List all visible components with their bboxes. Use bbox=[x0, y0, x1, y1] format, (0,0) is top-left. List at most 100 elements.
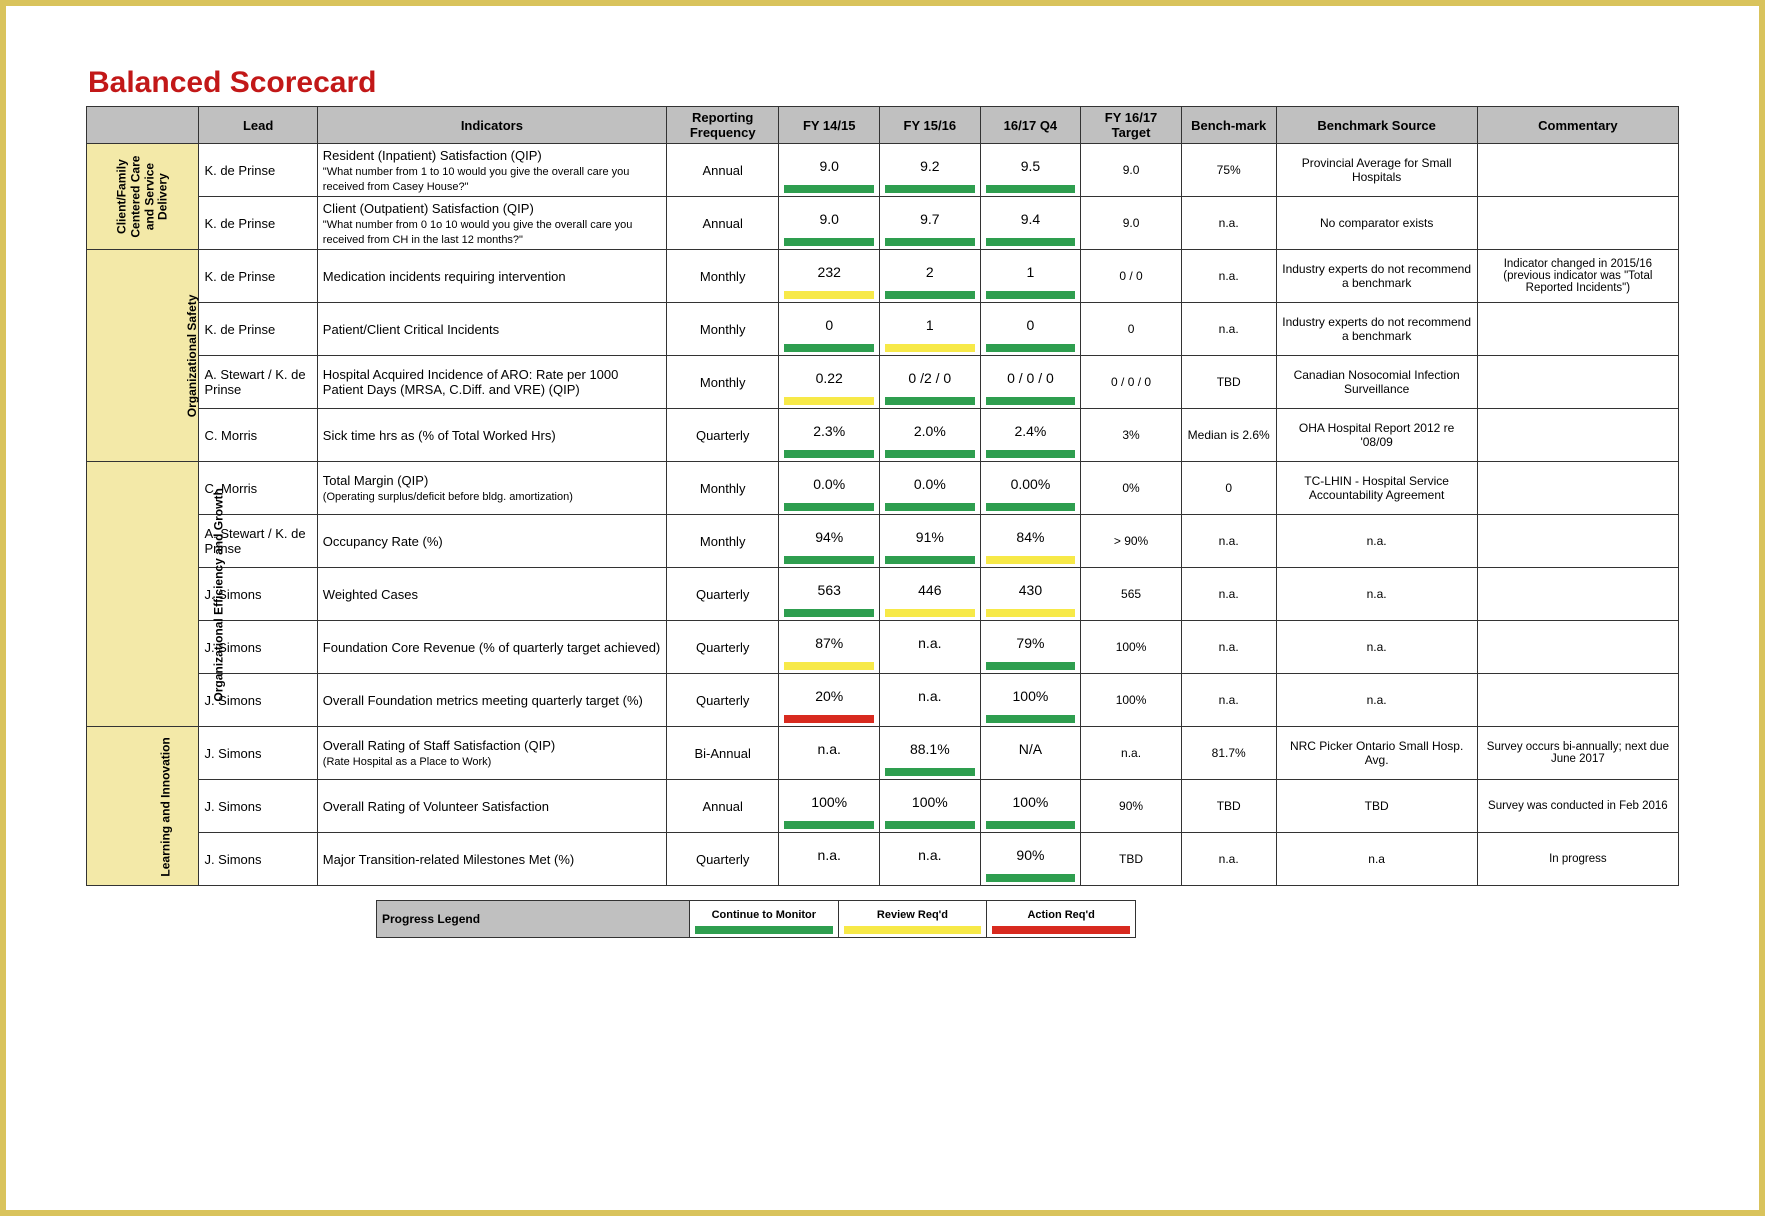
lead-cell: K. de Prinse bbox=[199, 144, 317, 197]
indicator-cell: Sick time hrs as (% of Total Worked Hrs) bbox=[317, 409, 666, 462]
benchmark-cell: 75% bbox=[1181, 144, 1276, 197]
lead-cell: C. Morris bbox=[199, 409, 317, 462]
status-bar bbox=[986, 715, 1076, 723]
category-cell: Organizational Safety bbox=[87, 250, 199, 462]
commentary-cell: Indicator changed in 2015/16 (previous i… bbox=[1477, 250, 1678, 303]
value-cell: 9.4 bbox=[980, 197, 1081, 250]
table-row: Organizational Efficiency and GrowthC. M… bbox=[87, 462, 1679, 515]
indicator-cell: Foundation Core Revenue (% of quarterly … bbox=[317, 621, 666, 674]
value-cell: 9.2 bbox=[880, 144, 981, 197]
value-cell: 0 /2 / 0 bbox=[880, 356, 981, 409]
indicator-cell: Overall Rating of Staff Satisfaction (QI… bbox=[317, 727, 666, 780]
benchmark-cell: n.a. bbox=[1181, 833, 1276, 886]
value-cell: 2.3% bbox=[779, 409, 880, 462]
header-q4: 16/17 Q4 bbox=[980, 107, 1081, 144]
table-row: J. SimonsOverall Foundation metrics meet… bbox=[87, 674, 1679, 727]
value-text: 0.0% bbox=[784, 465, 874, 503]
status-bar bbox=[885, 291, 975, 299]
category-cell: Organizational Efficiency and Growth bbox=[87, 462, 199, 727]
benchmark-cell: n.a. bbox=[1181, 250, 1276, 303]
source-cell: Provincial Average for Small Hospitals bbox=[1276, 144, 1477, 197]
indicator-subtitle: (Rate Hospital as a Place to Work) bbox=[323, 756, 492, 768]
table-row: J. SimonsFoundation Core Revenue (% of q… bbox=[87, 621, 1679, 674]
target-cell: 565 bbox=[1081, 568, 1182, 621]
indicator-title: Major Transition-related Milestones Met … bbox=[323, 852, 574, 867]
indicator-cell: Overall Rating of Volunteer Satisfaction bbox=[317, 780, 666, 833]
value-cell: 430 bbox=[980, 568, 1081, 621]
status-bar bbox=[986, 397, 1076, 405]
indicator-cell: Hospital Acquired Incidence of ARO: Rate… bbox=[317, 356, 666, 409]
indicator-cell: Resident (Inpatient) Satisfaction (QIP)"… bbox=[317, 144, 666, 197]
value-text: n.a. bbox=[885, 624, 975, 662]
indicator-title: Hospital Acquired Incidence of ARO: Rate… bbox=[323, 367, 619, 397]
value-text: 94% bbox=[784, 518, 874, 556]
legend-table: Progress Legend Continue to Monitor Revi… bbox=[376, 900, 1136, 938]
status-bar bbox=[885, 185, 975, 193]
lead-cell: K. de Prinse bbox=[199, 250, 317, 303]
target-cell: n.a. bbox=[1081, 727, 1182, 780]
value-text: n.a. bbox=[885, 836, 975, 874]
value-text: 9.5 bbox=[986, 147, 1076, 185]
value-text: 232 bbox=[784, 253, 874, 291]
legend-continue: Continue to Monitor bbox=[689, 901, 838, 938]
value-cell: 2.0% bbox=[880, 409, 981, 462]
value-cell: 87% bbox=[779, 621, 880, 674]
target-cell: 0 bbox=[1081, 303, 1182, 356]
page-frame: Balanced Scorecard Lead Indicators Repor… bbox=[0, 0, 1765, 1216]
value-cell: 2.4% bbox=[980, 409, 1081, 462]
value-cell: n.a. bbox=[880, 674, 981, 727]
status-bar bbox=[986, 450, 1076, 458]
status-bar bbox=[784, 397, 874, 405]
source-cell: OHA Hospital Report 2012 re '08/09 bbox=[1276, 409, 1477, 462]
source-cell: TC-LHIN - Hospital Service Accountabilit… bbox=[1276, 462, 1477, 515]
value-text: 9.0 bbox=[784, 147, 874, 185]
status-bar bbox=[885, 397, 975, 405]
frequency-cell: Annual bbox=[666, 144, 778, 197]
source-cell: No comparator exists bbox=[1276, 197, 1477, 250]
commentary-cell bbox=[1477, 303, 1678, 356]
indicator-title: Patient/Client Critical Incidents bbox=[323, 322, 499, 337]
table-row: C. Morris Sick time hrs as (% of Total Wo… bbox=[87, 409, 1679, 462]
source-cell: n.a. bbox=[1276, 515, 1477, 568]
source-cell: Industry experts do not recommend a benc… bbox=[1276, 303, 1477, 356]
value-text: 9.7 bbox=[885, 200, 975, 238]
indicator-title: Weighted Cases bbox=[323, 587, 418, 602]
source-cell: n.a. bbox=[1276, 674, 1477, 727]
category-label: Client/Family Centered Care and Service … bbox=[115, 149, 170, 245]
table-row: J. SimonsOverall Rating of Volunteer Sat… bbox=[87, 780, 1679, 833]
benchmark-cell: n.a. bbox=[1181, 568, 1276, 621]
commentary-cell bbox=[1477, 462, 1678, 515]
status-bar bbox=[986, 185, 1076, 193]
status-bar bbox=[784, 344, 874, 352]
scorecard-table: Lead Indicators Reporting Frequency FY 1… bbox=[86, 106, 1679, 886]
value-text: 0 bbox=[986, 306, 1076, 344]
value-text: 79% bbox=[986, 624, 1076, 662]
indicator-title: Resident (Inpatient) Satisfaction (QIP) bbox=[323, 148, 542, 163]
status-bar bbox=[885, 238, 975, 246]
value-text: 2.3% bbox=[784, 412, 874, 450]
indicator-cell: Major Transition-related Milestones Met … bbox=[317, 833, 666, 886]
header-blank bbox=[87, 107, 199, 144]
status-bar bbox=[885, 344, 975, 352]
indicator-title: Sick time hrs as (% of Total Worked Hrs) bbox=[323, 428, 556, 443]
target-cell: 100% bbox=[1081, 621, 1182, 674]
status-bar bbox=[885, 503, 975, 511]
status-bar bbox=[986, 768, 1076, 776]
value-cell: 100% bbox=[980, 780, 1081, 833]
benchmark-cell: n.a. bbox=[1181, 515, 1276, 568]
status-bar bbox=[885, 715, 975, 723]
target-cell: 100% bbox=[1081, 674, 1182, 727]
status-bar bbox=[784, 185, 874, 193]
value-text: 88.1% bbox=[885, 730, 975, 768]
benchmark-cell: n.a. bbox=[1181, 197, 1276, 250]
value-text: n.a. bbox=[885, 677, 975, 715]
value-cell: 100% bbox=[880, 780, 981, 833]
benchmark-cell: TBD bbox=[1181, 356, 1276, 409]
indicator-cell: Medication incidents requiring intervent… bbox=[317, 250, 666, 303]
source-cell: Canadian Nosocomial Infection Surveillan… bbox=[1276, 356, 1477, 409]
target-cell: 90% bbox=[1081, 780, 1182, 833]
frequency-cell: Quarterly bbox=[666, 568, 778, 621]
value-cell: 90% bbox=[980, 833, 1081, 886]
frequency-cell: Annual bbox=[666, 197, 778, 250]
value-text: 9.2 bbox=[885, 147, 975, 185]
